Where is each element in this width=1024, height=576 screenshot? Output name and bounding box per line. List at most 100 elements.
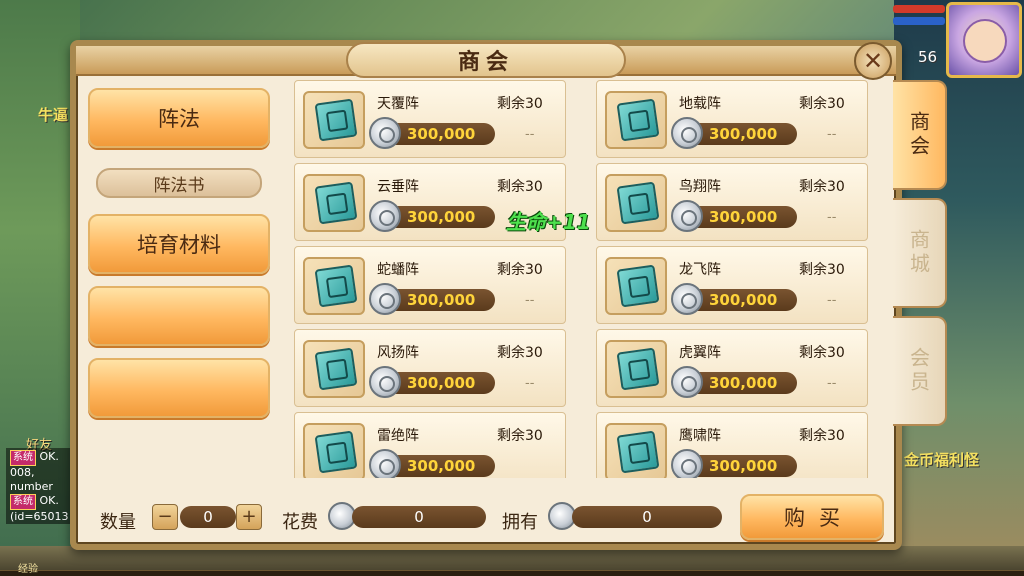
item-status: -- <box>827 376 837 391</box>
chat-panel[interactable]: 系统 OK. 008, number 系统 OK. (id=65013 <box>6 448 80 524</box>
category-formation-button[interactable]: 阵法 <box>88 88 270 148</box>
category-label: 培育材料 <box>137 233 221 257</box>
item-name: 鹰啸阵 <box>679 428 721 444</box>
book-icon <box>314 98 358 142</box>
owned-value-pill: 0 <box>572 506 722 528</box>
cost-value: 0 <box>414 508 424 526</box>
item-name: 天覆阵 <box>377 96 419 112</box>
formation-book-icon <box>605 174 667 232</box>
item-status: -- <box>827 293 837 308</box>
subcategory-formation-book[interactable]: 阵法书 <box>96 168 262 198</box>
avatar-face-icon <box>963 19 1007 63</box>
mp-bar <box>893 17 945 25</box>
shop-item[interactable]: 龙飞阵 剩余30 300,000 -- <box>596 246 868 324</box>
chat-tag-system: 系统 <box>10 450 36 466</box>
chat-line: (id=65013 <box>10 510 76 524</box>
item-price: 300,000 <box>709 374 778 392</box>
item-price: 300,000 <box>407 125 476 143</box>
item-remain: 剩余30 <box>497 428 543 444</box>
chat-text: OK. <box>39 494 59 507</box>
npc-name-right[interactable]: 金币福利怪 <box>904 449 979 470</box>
book-icon <box>616 181 660 225</box>
quantity-input[interactable]: 0 <box>180 506 236 528</box>
item-price: 300,000 <box>709 125 778 143</box>
silver-coin-icon <box>369 283 401 315</box>
close-icon: ✕ <box>862 47 884 75</box>
shop-item[interactable]: 蛇蟠阵 剩余30 300,000 -- <box>294 246 566 324</box>
book-icon <box>616 430 660 474</box>
item-price: 300,000 <box>407 208 476 226</box>
formation-book-icon <box>303 174 365 232</box>
item-price: 300,000 <box>407 291 476 309</box>
book-icon <box>314 430 358 474</box>
tab-mall[interactable]: 商城 <box>893 198 947 308</box>
silver-coin-icon <box>369 200 401 232</box>
item-remain: 剩余30 <box>799 179 845 195</box>
book-icon <box>314 181 358 225</box>
formation-book-icon <box>303 257 365 315</box>
quantity-plus-button[interactable]: + <box>236 504 262 530</box>
shop-item[interactable]: 鸟翔阵 剩余30 300,000 -- <box>596 163 868 241</box>
item-price: 300,000 <box>407 457 476 475</box>
item-remain: 剩余30 <box>497 179 543 195</box>
cost-label: 花费 <box>282 512 318 533</box>
item-remain: 剩余30 <box>497 96 543 112</box>
chat-text: OK. <box>39 450 59 463</box>
cost-value-pill: 0 <box>352 506 486 528</box>
category-label: 阵法 <box>158 107 200 131</box>
item-name: 地载阵 <box>679 96 721 112</box>
chat-line: 系统 OK. <box>10 450 76 466</box>
player-avatar[interactable] <box>946 2 1022 78</box>
item-remain: 剩余30 <box>799 96 845 112</box>
chat-tag-system: 系统 <box>10 494 36 510</box>
formation-book-icon <box>605 340 667 398</box>
item-price: 300,000 <box>709 291 778 309</box>
book-icon <box>616 347 660 391</box>
book-icon <box>314 347 358 391</box>
npc-name-left[interactable]: 牛逼 <box>38 104 68 125</box>
exp-label: 经验 <box>18 564 38 575</box>
item-status: -- <box>525 293 535 308</box>
category-empty-button[interactable] <box>88 286 270 346</box>
shop-item[interactable]: 天覆阵 剩余30 300,000 -- <box>294 80 566 158</box>
item-remain: 剩余30 <box>799 428 845 444</box>
dialog-title: 商会 <box>457 50 514 75</box>
shop-item[interactable]: 雷绝阵 剩余30 300,000 <box>294 412 566 478</box>
buy-button[interactable]: 购买 <box>740 494 884 540</box>
tab-guild-shop[interactable]: 商会 <box>893 80 947 190</box>
silver-coin-icon <box>671 200 703 232</box>
item-remain: 剩余30 <box>799 262 845 278</box>
silver-coin-icon <box>369 366 401 398</box>
item-grid: 天覆阵 剩余30 300,000 -- 地载阵 剩余30 300,000 -- … <box>294 80 874 478</box>
shop-item[interactable]: 虎翼阵 剩余30 300,000 -- <box>596 329 868 407</box>
quantity-minus-button[interactable]: − <box>152 504 178 530</box>
item-status: -- <box>827 210 837 225</box>
item-price: 300,000 <box>709 208 778 226</box>
item-name: 鸟翔阵 <box>679 179 721 195</box>
item-price: 300,000 <box>407 374 476 392</box>
close-button[interactable]: ✕ <box>854 42 892 80</box>
hp-bar <box>893 5 945 13</box>
chat-text: 008, number <box>10 466 53 493</box>
category-list: 阵法 阵法书 培育材料 <box>82 84 282 424</box>
category-empty-button[interactable] <box>88 358 270 418</box>
title-plate: 商会 <box>346 42 626 78</box>
plus-icon: + <box>241 506 257 527</box>
shop-item[interactable]: 地载阵 剩余30 300,000 -- <box>596 80 868 158</box>
item-remain: 剩余30 <box>497 345 543 361</box>
chat-line: 008, number <box>10 466 76 494</box>
shop-item[interactable]: 风扬阵 剩余30 300,000 -- <box>294 329 566 407</box>
shop-item[interactable]: 鹰啸阵 剩余30 300,000 <box>596 412 868 478</box>
tab-label: 会员 <box>906 347 931 395</box>
tab-label: 商会 <box>906 111 931 159</box>
book-icon <box>616 98 660 142</box>
owned-value: 0 <box>642 508 652 526</box>
item-status: -- <box>525 127 535 142</box>
item-name: 风扬阵 <box>377 345 419 361</box>
item-status: -- <box>827 127 837 142</box>
tab-vip[interactable]: 会员 <box>893 316 947 426</box>
formation-book-icon <box>303 340 365 398</box>
category-material-button[interactable]: 培育材料 <box>88 214 270 274</box>
book-icon <box>314 264 358 308</box>
formation-book-icon <box>605 91 667 149</box>
